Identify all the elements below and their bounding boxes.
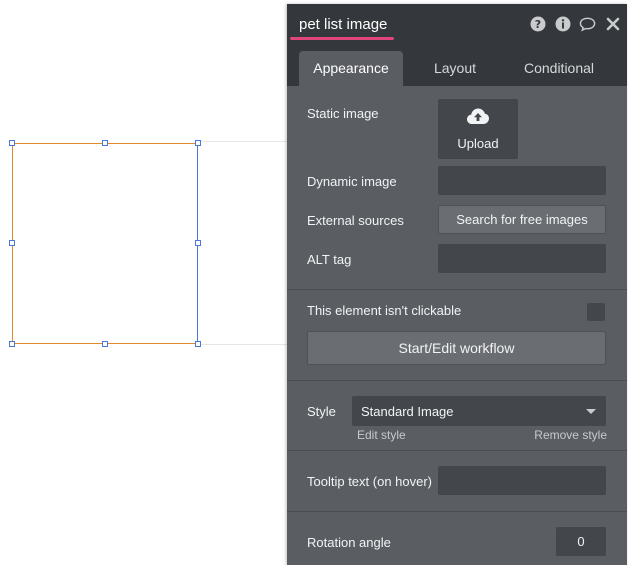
tab-conditional[interactable]: Conditional (509, 51, 609, 86)
help-icon[interactable]: ? (529, 15, 546, 32)
section-divider (287, 450, 627, 451)
svg-text:?: ? (534, 18, 540, 31)
info-icon[interactable] (554, 15, 571, 32)
comment-icon[interactable] (579, 15, 596, 32)
chevron-down-icon (586, 409, 596, 414)
header-icons: ? (529, 15, 621, 32)
rotation-angle-label: Rotation angle (307, 535, 391, 550)
style-label: Style (307, 404, 336, 419)
canvas-guide-line (198, 141, 288, 142)
start-edit-workflow-button[interactable]: Start/Edit workflow (307, 331, 606, 365)
alt-tag-label: ALT tag (307, 252, 352, 267)
external-sources-label: External sources (307, 213, 404, 228)
tab-appearance[interactable]: Appearance (299, 51, 403, 86)
resize-handle-right[interactable] (195, 240, 201, 246)
not-clickable-checkbox[interactable] (587, 303, 605, 321)
static-image-label: Static image (307, 106, 379, 121)
rotation-angle-input[interactable]: 0 (556, 527, 606, 556)
section-divider (287, 380, 627, 381)
resize-handle-left[interactable] (9, 240, 15, 246)
section-divider (287, 511, 627, 512)
cloud-upload-icon (466, 107, 490, 130)
title-underline (290, 37, 394, 40)
section-divider (287, 289, 627, 290)
resize-handle-bottom-right[interactable] (195, 341, 201, 347)
remove-style-link[interactable]: Remove style (534, 428, 607, 442)
search-free-images-button[interactable]: Search for free images (438, 205, 606, 234)
panel-title[interactable]: pet list image (299, 16, 387, 33)
panel-header: pet list image ? (287, 4, 627, 44)
resize-handle-top[interactable] (102, 140, 108, 146)
tooltip-label: Tooltip text (on hover) (307, 474, 433, 489)
style-dropdown[interactable]: Standard Image (352, 396, 606, 426)
tab-layout[interactable]: Layout (407, 51, 503, 86)
upload-label: Upload (457, 136, 499, 151)
tooltip-field[interactable] (438, 466, 606, 495)
canvas-guide-line (198, 344, 288, 345)
not-clickable-label: This element isn't clickable (307, 303, 462, 318)
style-dropdown-value: Standard Image (361, 404, 454, 419)
resize-handle-top-left[interactable] (9, 140, 15, 146)
property-editor-panel: pet list image ? Appearance Layout Condi… (287, 4, 627, 565)
edit-style-link[interactable]: Edit style (357, 428, 406, 442)
selected-image-element[interactable] (12, 143, 198, 344)
tabs-bar: Appearance Layout Conditional (287, 44, 627, 86)
dynamic-image-field[interactable] (438, 166, 606, 195)
close-icon[interactable] (604, 15, 621, 32)
resize-handle-top-right[interactable] (195, 140, 201, 146)
alt-tag-field[interactable] (438, 244, 606, 273)
upload-button[interactable]: Upload (438, 99, 518, 159)
resize-handle-bottom[interactable] (102, 341, 108, 347)
dynamic-image-label: Dynamic image (307, 174, 397, 189)
resize-handle-bottom-left[interactable] (9, 341, 15, 347)
